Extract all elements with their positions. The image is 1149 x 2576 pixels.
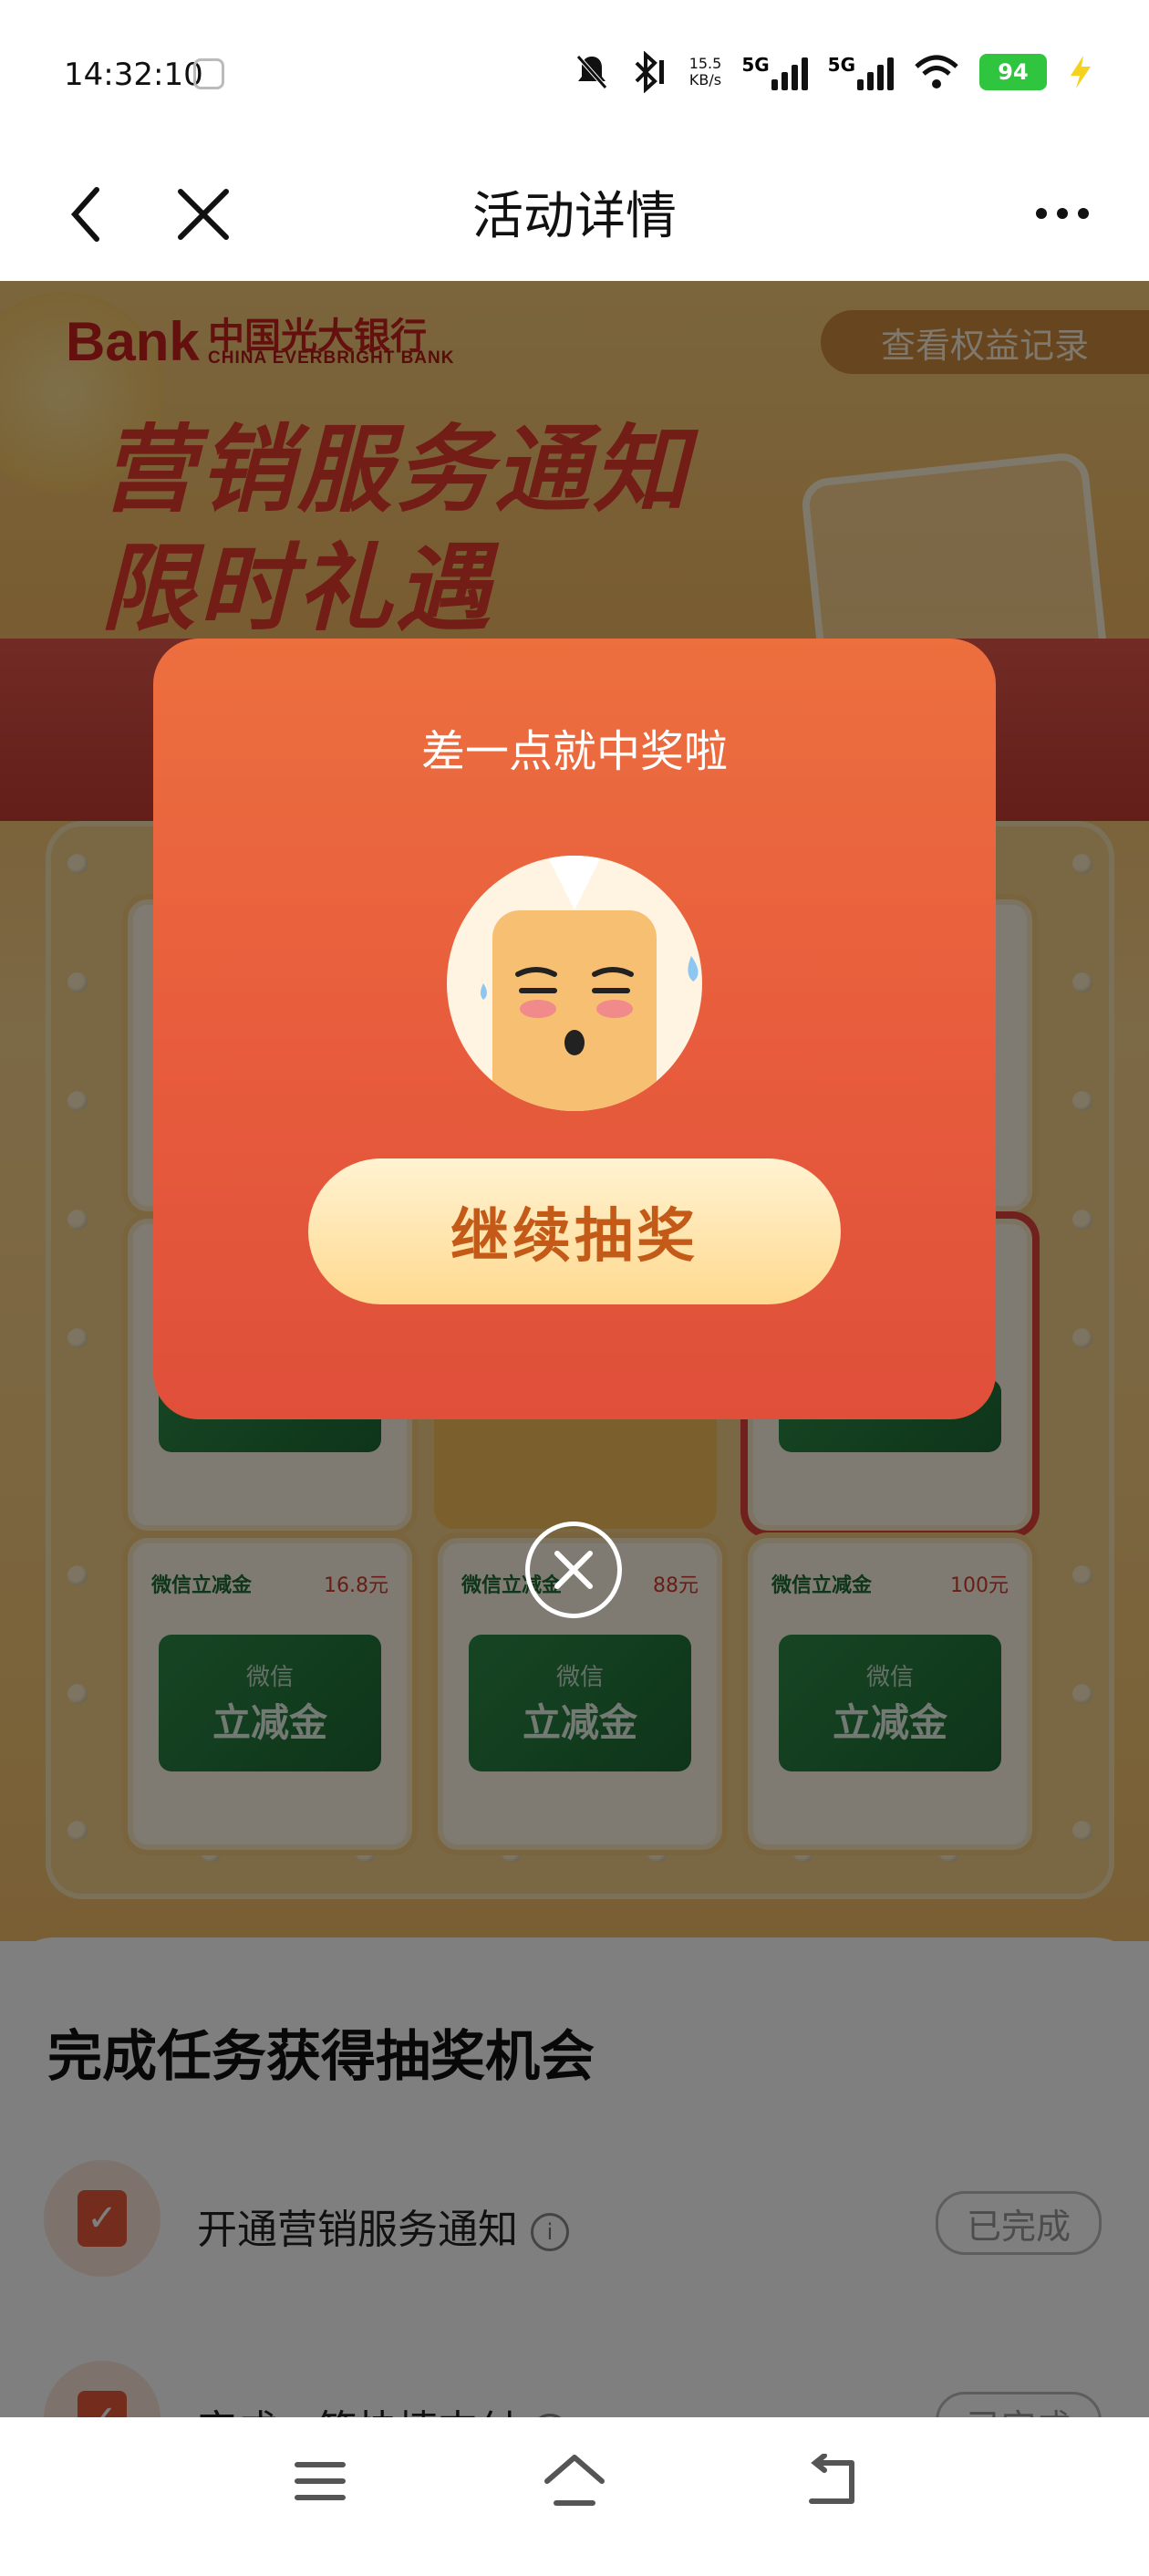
continue-draw-button[interactable]: 继续抽奖	[308, 1158, 841, 1304]
page-title: 活动详情	[472, 187, 677, 246]
bluetooth-icon	[635, 51, 664, 93]
signal-2: 5G	[828, 54, 894, 90]
status-bar: 14:32:10 15.5 KB/s 5G 5G 94	[0, 0, 1149, 146]
signal-1: 5G	[741, 54, 808, 90]
system-nav-bar	[0, 2417, 1149, 2554]
nav-bar: 活动详情	[0, 146, 1149, 281]
network-type-label: 5G	[741, 54, 770, 76]
net-speed: 15.5 KB/s	[689, 56, 722, 88]
modal-title: 差一点就中奖啦	[420, 726, 728, 777]
status-icons: 15.5 KB/s 5G 5G 94	[574, 49, 1094, 95]
sad-face-icon	[447, 856, 702, 1111]
status-time: 14:32:10	[64, 57, 203, 93]
menu-icon[interactable]	[294, 2459, 347, 2503]
modal-close-button[interactable]	[525, 1522, 622, 1618]
signal-bars-icon	[771, 54, 808, 90]
net-speed-value: 15.5	[688, 55, 722, 72]
more-options-icon[interactable]	[1034, 206, 1091, 221]
wifi-icon	[915, 55, 958, 88]
signal-bars-icon	[857, 54, 894, 90]
charging-icon	[1071, 56, 1091, 88]
close-icon	[554, 1551, 593, 1589]
net-speed-unit: KB/s	[688, 71, 722, 88]
mute-bell-icon	[575, 55, 607, 89]
battery-indicator: 94	[979, 54, 1047, 90]
alarm-clock-icon	[193, 58, 224, 89]
back-nav-icon[interactable]	[802, 2454, 861, 2508]
sad-mascot-illustration	[481, 856, 699, 1111]
network-type-label: 5G	[827, 54, 855, 76]
home-icon[interactable]	[542, 2452, 607, 2508]
result-modal: 差一点就中奖啦 继续抽奖	[153, 639, 996, 1419]
